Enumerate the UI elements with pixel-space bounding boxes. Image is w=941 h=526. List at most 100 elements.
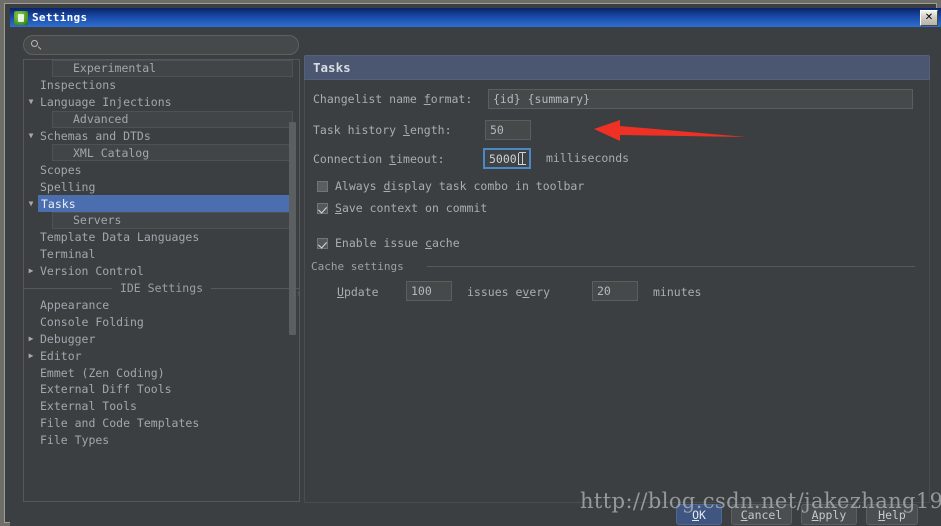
ok-button[interactable]: OK (676, 504, 722, 525)
connection-timeout-label: Connection timeout: (313, 152, 445, 166)
tree-item-emmet-zen-coding[interactable]: Emmet (Zen Coding) (24, 364, 299, 381)
tree-item-schemas-and-dtds[interactable]: ▼ Schemas and DTDs (24, 128, 299, 145)
chevron-down-icon[interactable]: ▼ (24, 98, 38, 106)
tree-item-spelling[interactable]: Spelling (24, 178, 299, 195)
help-button[interactable]: Help (866, 504, 918, 525)
tree-item-language-injections[interactable]: ▼ Language Injections (24, 94, 299, 111)
cache-issues-every-label: issues every (467, 285, 551, 299)
search-box[interactable] (23, 35, 299, 55)
tree-item-label: Version Control (40, 264, 144, 279)
close-icon[interactable]: ✕ (920, 10, 938, 26)
tree-item-experimental[interactable]: Experimental (24, 60, 299, 77)
tree-item-surface[interactable]: Template Data Languages (38, 229, 299, 246)
task-history-input[interactable]: 50 (485, 120, 531, 140)
tree-item-label: Appearance (40, 298, 110, 313)
tree-item-surface[interactable]: Tasks (38, 195, 293, 213)
tree-item-surface[interactable]: Spelling (38, 178, 299, 195)
search-input[interactable] (42, 37, 298, 53)
tree-item-surface[interactable]: Schemas and DTDs (38, 128, 299, 145)
cache-issues-count-input[interactable]: 100 (406, 281, 452, 301)
tree-item-surface[interactable]: Advanced (52, 110, 293, 128)
task-history-value: 50 (490, 123, 504, 137)
tree-item-surface[interactable]: File and Code Templates (38, 415, 299, 432)
tree-item-file-and-code-templates[interactable]: File and Code Templates (24, 415, 299, 432)
text-caret (517, 152, 519, 165)
tree-item-label: Advanced (73, 112, 129, 127)
tree-item-terminal[interactable]: Terminal (24, 246, 299, 263)
tree-item-tasks[interactable]: ▼ Tasks (24, 195, 299, 213)
tree-item-label: Servers (73, 213, 122, 228)
chevron-right-icon[interactable]: ▶ (24, 334, 38, 343)
tree-item-label: Template Data Languages (40, 230, 200, 245)
tree-item-surface[interactable]: Terminal (38, 246, 299, 263)
tree-item-external-tools[interactable]: External Tools (24, 398, 299, 415)
tree-item-surface[interactable]: Servers (52, 212, 293, 229)
tree-item-label: Editor (40, 348, 82, 363)
tree-item-debugger[interactable]: ▶ Debugger (24, 330, 299, 347)
tree-item-surface[interactable]: File Types (38, 432, 299, 449)
chevron-down-icon[interactable]: ▼ (24, 199, 38, 208)
tree-item-surface[interactable]: Language Injections (38, 94, 299, 111)
tree-item-surface[interactable]: Scopes (38, 161, 299, 178)
cache-interval-input[interactable]: 20 (592, 281, 638, 301)
chevron-right-icon[interactable]: ▶ (24, 351, 38, 360)
tree-item-servers[interactable]: Servers (24, 212, 299, 229)
checkbox-box[interactable] (317, 202, 328, 214)
tree-item-label: Inspections (40, 78, 117, 93)
tree-item-surface[interactable]: Editor (38, 347, 299, 364)
tree-resize-grip[interactable]: ∶∶ (292, 291, 299, 302)
tree-item-label: Console Folding (40, 314, 144, 329)
tree-item-file-types[interactable]: File Types (24, 432, 299, 449)
tree-item-scopes[interactable]: Scopes (24, 161, 299, 178)
checkbox-save-context-on-commit[interactable]: Save context on commit (317, 201, 487, 215)
window-titlebar[interactable]: Settings ✕ (10, 8, 941, 27)
tree-item-label: Debugger (40, 331, 96, 346)
cancel-button[interactable]: Cancel (731, 504, 792, 525)
tree-item-template-data-languages[interactable]: Template Data Languages (24, 229, 299, 246)
apply-button[interactable]: Apply (801, 504, 857, 525)
tree-item-appearance[interactable]: Appearance (24, 297, 299, 314)
tree-item-surface[interactable]: Version Control (38, 263, 299, 280)
changelist-format-value: {id} {summary} (493, 92, 590, 106)
separator-line-left (24, 287, 112, 289)
tree-item-surface[interactable]: External Tools (38, 398, 299, 415)
tree-section-separator: IDE Settings (24, 280, 299, 297)
tree-item-surface[interactable]: Appearance (38, 297, 299, 314)
red-arrow-annotation (594, 118, 746, 144)
checkbox-always-display-task-combo[interactable]: Always display task combo in toolbar (317, 179, 584, 193)
checkbox-enable-issue-cache[interactable]: Enable issue cache (317, 236, 460, 250)
tree-item-inspections[interactable]: Inspections (24, 77, 299, 94)
tree-item-console-folding[interactable]: Console Folding (24, 313, 299, 330)
tree-item-surface[interactable]: XML Catalog (52, 144, 293, 162)
tree-item-advanced[interactable]: Advanced (24, 110, 299, 128)
tree-item-surface[interactable]: Debugger (38, 330, 299, 347)
tree-item-external-diff-tools[interactable]: External Diff Tools (24, 381, 299, 398)
cache-settings-title: Cache settings (311, 260, 410, 273)
tree-item-surface[interactable]: Console Folding (38, 313, 299, 330)
tree-item-xml-catalog[interactable]: XML Catalog (24, 144, 299, 162)
changelist-format-input[interactable]: {id} {summary} (488, 89, 913, 109)
checkbox-box[interactable] (317, 180, 328, 192)
chevron-down-icon[interactable]: ▼ (24, 132, 38, 140)
settings-tree-list: Experimental Inspections ▼ Language Injecti… (24, 60, 299, 501)
tree-item-surface[interactable]: Emmet (Zen Coding) (38, 364, 299, 381)
tree-scrollbar[interactable] (288, 62, 297, 501)
tree-item-version-control[interactable]: ▶ Version Control (24, 263, 299, 280)
tree-item-label: Scopes (40, 162, 82, 177)
tree-item-surface[interactable]: Experimental (52, 60, 293, 77)
tree-item-surface[interactable]: External Diff Tools (38, 381, 299, 398)
chevron-right-icon[interactable]: ▶ (24, 267, 38, 275)
cache-interval-value: 20 (597, 284, 611, 298)
tree-scrollbar-thumb[interactable] (289, 122, 296, 335)
app-icon (14, 10, 28, 25)
checkbox-box[interactable] (317, 237, 328, 249)
settings-tree[interactable]: Experimental Inspections ▼ Language Injecti… (23, 59, 300, 502)
tree-item-editor[interactable]: ▶ Editor (24, 347, 299, 364)
group-divider (427, 266, 915, 267)
task-history-row: Task history length: (313, 123, 452, 137)
tree-item-surface[interactable]: Inspections (38, 77, 299, 94)
checkbox-label: Save context on commit (335, 201, 488, 215)
tree-item-label: Schemas and DTDs (40, 129, 151, 143)
connection-timeout-input[interactable]: 5000 (483, 148, 531, 169)
dialog-button-bar: OK Cancel Apply Help (10, 504, 941, 526)
